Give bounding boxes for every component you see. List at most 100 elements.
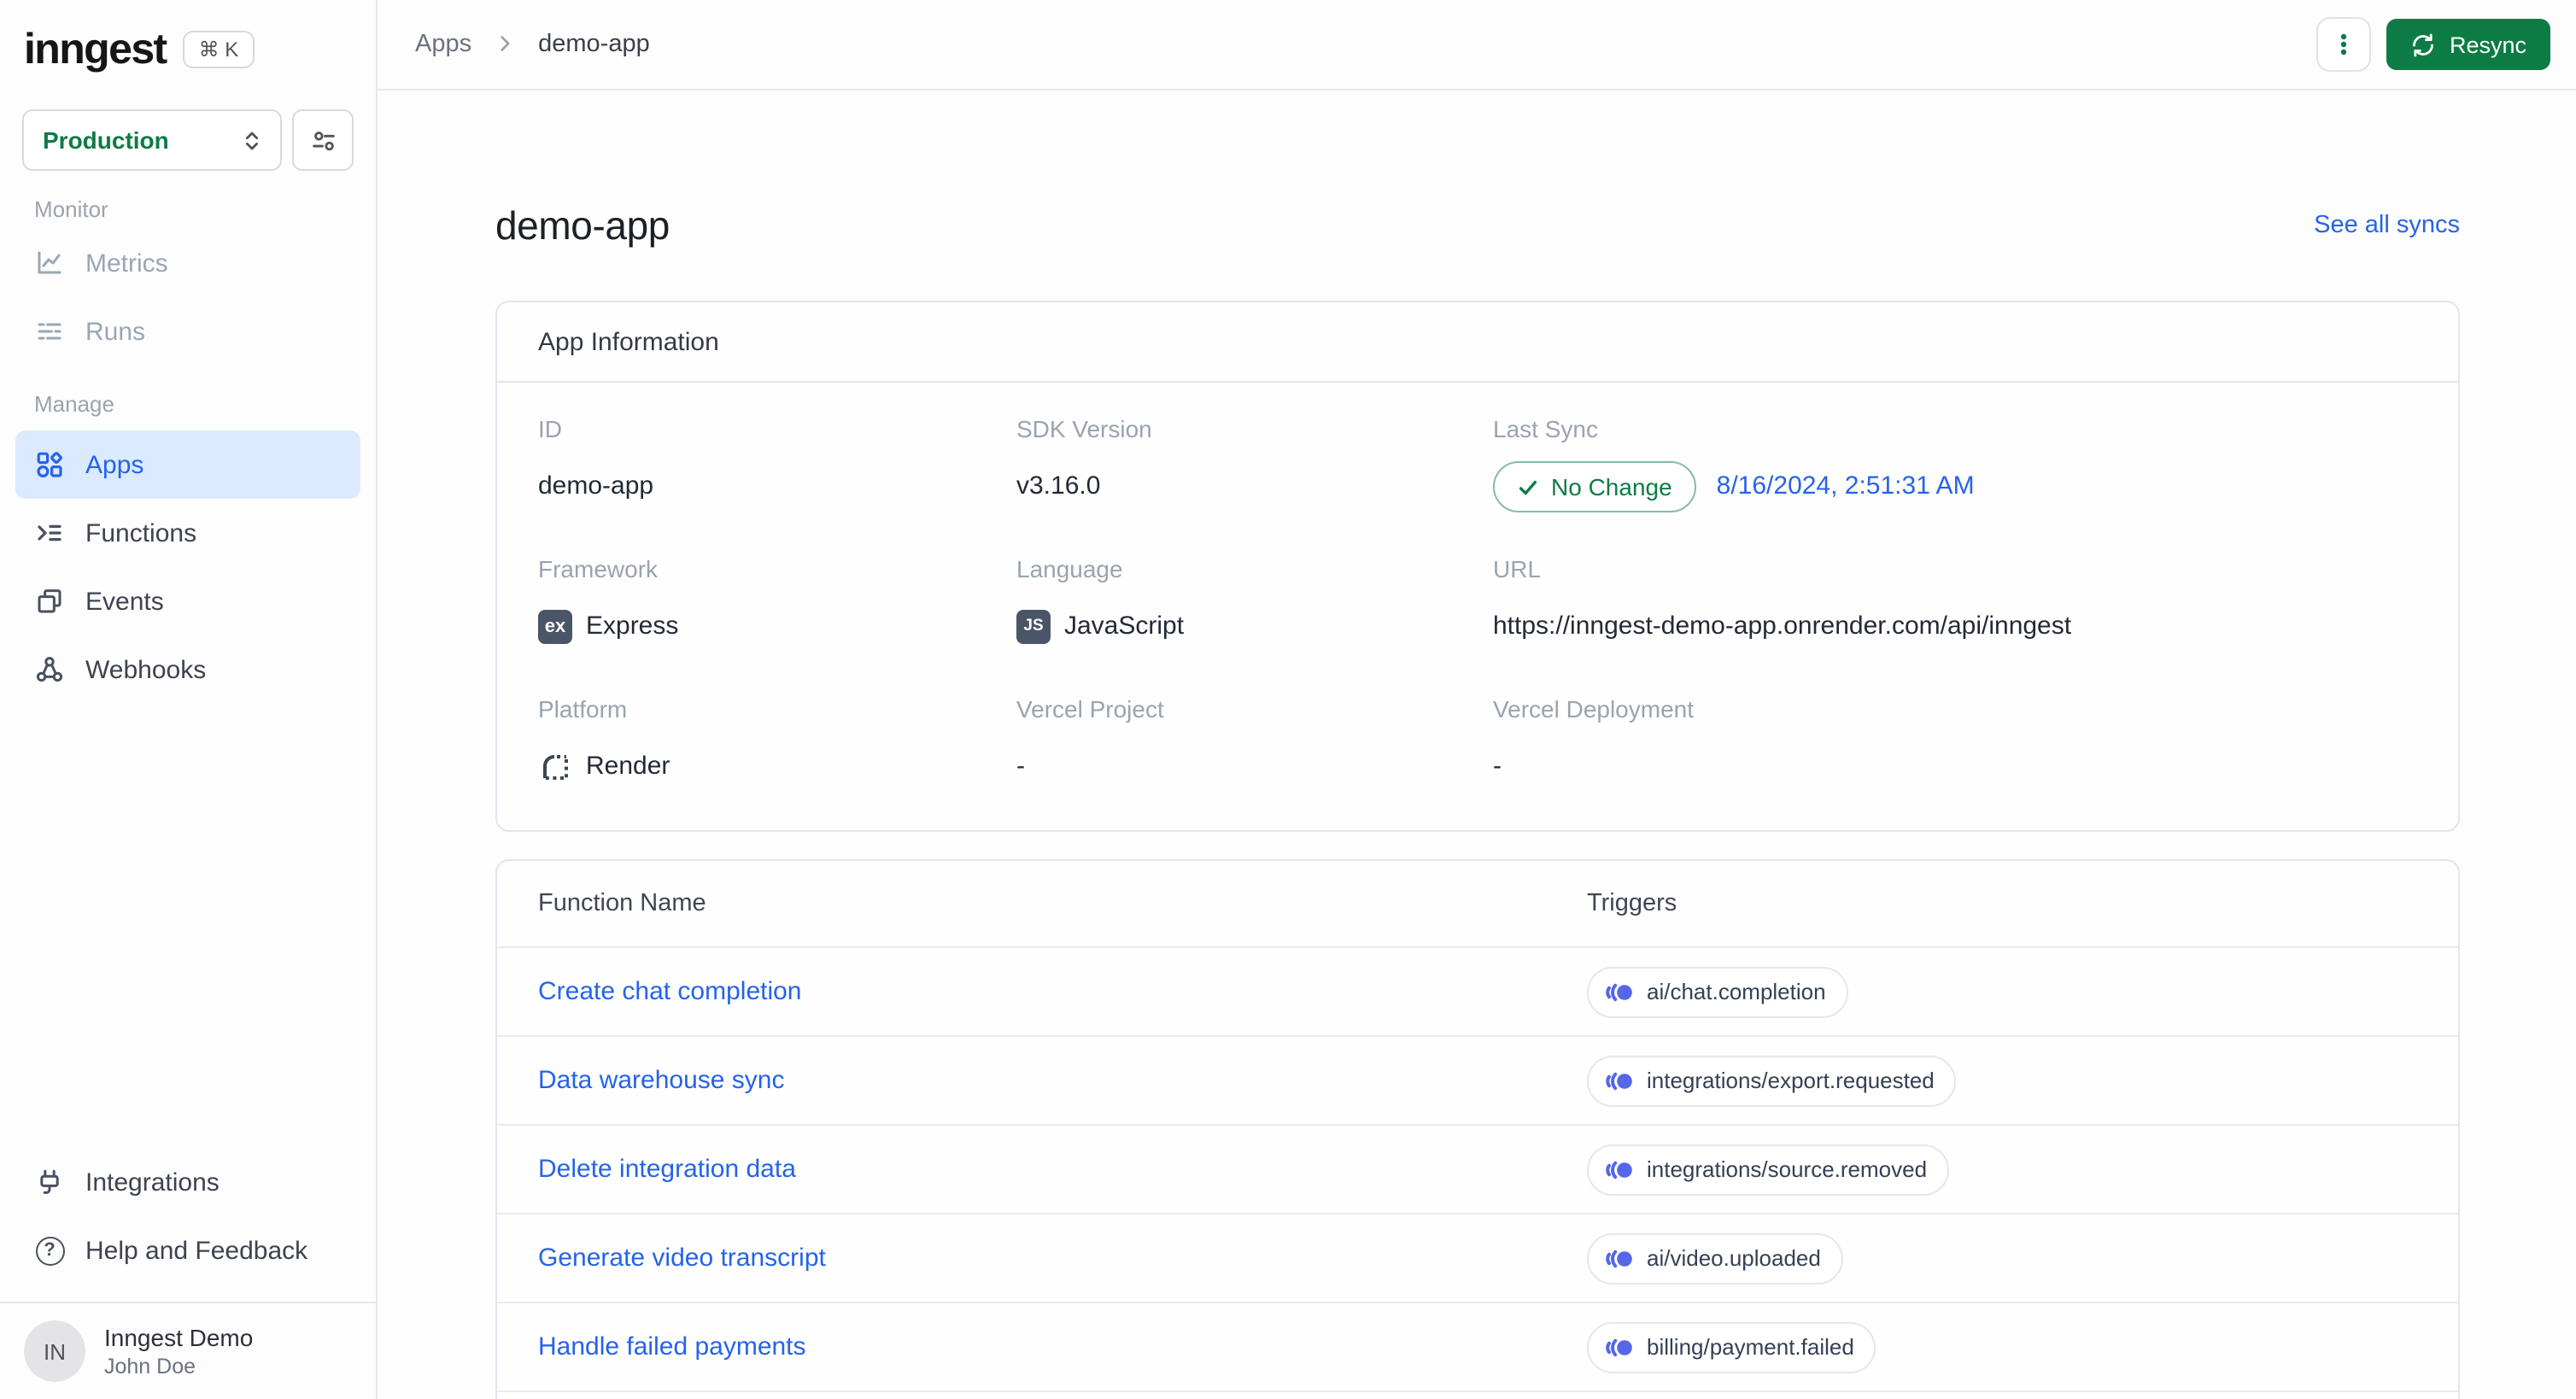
last-sync-timestamp[interactable]: 8/16/2024, 2:51:31 AM (1717, 468, 1975, 506)
environment-settings-button[interactable] (292, 109, 354, 171)
field-label: Framework (538, 555, 659, 582)
field-vercel-project: Vercel Project - (1016, 697, 1493, 793)
sidebar-item-integrations[interactable]: Integrations (0, 1148, 376, 1216)
logo-row: inngest ⌘ K (0, 0, 376, 99)
sidebar-item-label: Functions (85, 518, 197, 547)
trigger-badge: integrations/export.requested (1587, 1055, 1957, 1106)
sidebar-item-label: Integrations (85, 1168, 220, 1197)
field-label: Vercel Deployment (1493, 695, 1695, 723)
breadcrumb-current: demo-app (538, 31, 650, 58)
field-id: ID demo-app (538, 417, 1016, 512)
user-profile[interactable]: IN Inngest Demo John Doe (0, 1302, 376, 1399)
function-link[interactable]: Delete integration data (538, 1154, 796, 1183)
field-language: Language JS JavaScript (1016, 557, 1493, 653)
webhooks-nodes-icon (34, 654, 65, 685)
sidebar-item-label: Metrics (85, 249, 168, 278)
filter-sliders-icon (308, 126, 337, 155)
top-bar-actions: Resync (2315, 17, 2550, 72)
field-value: demo-app (538, 471, 654, 500)
field-value: - (1016, 752, 1025, 781)
function-link[interactable]: Generate video transcript (538, 1243, 826, 1272)
sidebar-item-webhooks[interactable]: Webhooks (0, 635, 376, 704)
command-palette-shortcut[interactable]: ⌘ K (183, 31, 255, 68)
user-name: John Doe (104, 1355, 196, 1379)
sidebar-item-help-feedback[interactable]: ? Help and Feedback (0, 1216, 376, 1285)
event-ripple-icon (1604, 1068, 1635, 1092)
trigger-name: billing/payment.failed (1647, 1334, 1854, 1360)
function-link[interactable]: Data warehouse sync (538, 1065, 785, 1094)
sidebar-section-monitor: Monitor (34, 196, 108, 222)
express-icon: ex (538, 610, 572, 644)
app-information-card: App Information ID demo-app SDK Version … (495, 301, 2460, 832)
table-row: Handle failed payments billing/payment.f… (497, 1302, 2458, 1390)
environment-select[interactable]: Production (22, 109, 282, 171)
column-triggers: Triggers (1587, 890, 1677, 917)
event-ripple-icon (1604, 980, 1635, 1004)
column-function-name: Function Name (538, 890, 706, 917)
event-ripple-icon (1604, 1335, 1635, 1359)
help-question-icon: ? (34, 1235, 65, 1266)
table-row: Create chat completion ai/chat.completio… (497, 946, 2458, 1035)
trigger-name: ai/video.uploaded (1647, 1245, 1821, 1271)
sidebar-item-label: Events (85, 587, 164, 616)
user-meta: Inngest Demo John Doe (104, 1322, 253, 1380)
chevron-right-icon (492, 29, 518, 60)
app-information-title: App Information (497, 302, 2458, 383)
trigger-name: integrations/export.requested (1647, 1068, 1935, 1093)
chevron-up-down-icon (239, 127, 265, 153)
sidebar-item-metrics[interactable]: Metrics (0, 229, 376, 297)
sidebar-item-label: Runs (85, 317, 146, 346)
trigger-name: ai/chat.completion (1647, 979, 1826, 1004)
function-link[interactable]: Create chat completion (538, 976, 802, 1005)
page-title-row: demo-app See all syncs (495, 200, 2460, 251)
framework-value: Express (586, 612, 679, 641)
field-sdk-version: SDK Version v3.16.0 (1016, 417, 1493, 512)
field-label: ID (538, 415, 562, 442)
field-label: Last Sync (1493, 415, 1598, 442)
environment-row: Production (0, 109, 376, 171)
functions-icon (34, 518, 65, 548)
breadcrumb-apps[interactable]: Apps (415, 31, 471, 58)
sidebar-item-runs[interactable]: Runs (0, 297, 376, 366)
sidebar-item-label: Help and Feedback (85, 1236, 308, 1265)
functions-table-header: Function Name Triggers (497, 861, 2458, 946)
trigger-badge: billing/payment.failed (1587, 1321, 1876, 1373)
platform-value: Render (586, 752, 670, 781)
field-label: URL (1493, 555, 1542, 582)
apps-grid-icon (34, 449, 65, 480)
app-url-value: https://inngest-demo-app.onrender.com/ap… (1493, 612, 2072, 641)
top-bar: Apps demo-app Resync (378, 0, 2576, 91)
sidebar-item-events[interactable]: Events (0, 567, 376, 635)
sidebar-item-label: Webhooks (85, 655, 207, 684)
more-options-button[interactable] (2315, 17, 2371, 72)
field-value: ex Express (538, 601, 1016, 653)
function-link[interactable]: Handle failed payments (538, 1332, 806, 1361)
environment-value: Production (43, 126, 169, 154)
sidebar-section-manage: Manage (34, 391, 114, 417)
language-value: JavaScript (1064, 612, 1185, 641)
kebab-menu-icon (2330, 29, 2357, 60)
sidebar: inngest ⌘ K Production Monitor Metrics R… (0, 0, 378, 1399)
sidebar-item-label: Apps (85, 450, 144, 479)
trigger-badge: ai/video.uploaded (1587, 1232, 1843, 1284)
field-url: URL https://inngest-demo-app.onrender.co… (1493, 557, 2417, 653)
field-label: Language (1016, 555, 1123, 582)
sidebar-item-functions[interactable]: Functions (0, 499, 376, 567)
resync-label: Resync (2449, 32, 2526, 57)
sidebar-item-apps[interactable]: Apps (15, 430, 360, 499)
see-all-syncs-link[interactable]: See all syncs (2314, 212, 2460, 239)
event-ripple-icon (1604, 1157, 1635, 1181)
inngest-logo: inngest (24, 25, 167, 73)
trigger-name: integrations/source.removed (1647, 1156, 1928, 1182)
field-value: - (1493, 752, 1502, 781)
field-value: JS JavaScript (1016, 601, 1493, 653)
table-row: Import data pipeline integrations/source… (497, 1390, 2458, 1399)
badge-label: No Change (1551, 473, 1672, 500)
field-label: Vercel Project (1016, 695, 1164, 723)
render-platform-icon (538, 750, 572, 784)
main-area: Apps demo-app Resync demo-app See all sy… (378, 0, 2576, 1399)
resync-button[interactable]: Resync (2386, 19, 2550, 70)
field-platform: Platform Render (538, 697, 1016, 793)
field-value: Render (538, 741, 1016, 793)
check-icon (1517, 476, 1539, 498)
